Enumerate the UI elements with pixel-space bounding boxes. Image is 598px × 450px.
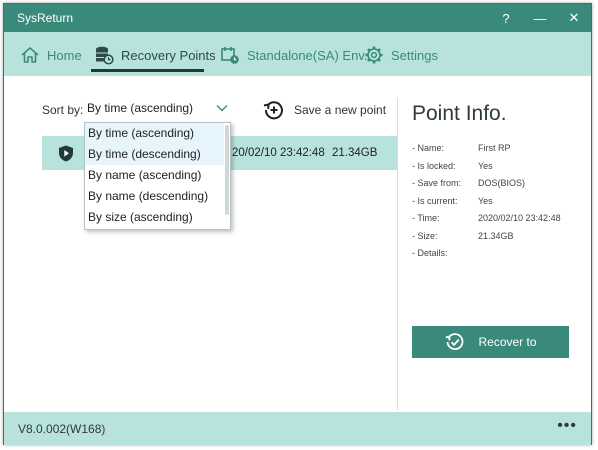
nav-item-recovery-points-label: Recovery Points [121, 47, 216, 63]
save-new-point-label: Save a new point [294, 103, 387, 117]
info-row-current: - Is current: Yes [412, 196, 561, 214]
recover-to-button[interactable]: Recover to [412, 326, 569, 358]
sort-label: Sort by: [42, 103, 84, 117]
nav-item-standalone-env-label: Standalone(SA) Env. [247, 47, 368, 63]
panel-divider [397, 98, 398, 410]
info-row-details: - Details: [412, 248, 561, 266]
help-button[interactable]: ? [489, 4, 523, 32]
sort-select[interactable]: By time (ascending) [84, 98, 231, 118]
info-key: - Size: [412, 230, 438, 241]
more-options-button[interactable]: ••• [557, 417, 577, 435]
info-row-locked: - Is locked: Yes [412, 161, 561, 179]
info-row-name: - Name: First RP [412, 143, 561, 161]
minimize-button[interactable]: — [523, 4, 557, 32]
info-key: - Is current: [412, 195, 458, 206]
nav-item-standalone-env[interactable]: Standalone(SA) Env. [220, 40, 367, 70]
info-value: 21.34GB [478, 230, 514, 241]
info-value: DOS(BIOS) [478, 178, 526, 188]
info-key: - Is locked: [412, 160, 456, 171]
app-title: SysReturn [17, 11, 74, 25]
gear-icon [365, 46, 383, 64]
restore-icon [446, 333, 464, 350]
sort-option-size-asc[interactable]: By size (ascending) [85, 207, 224, 228]
shield-icon [59, 145, 73, 162]
sort-options-list: By time (ascending) By time (descending)… [84, 122, 231, 230]
home-icon [21, 47, 39, 63]
active-tab-indicator [91, 69, 204, 72]
nav-item-home[interactable]: Home [20, 40, 82, 70]
chevron-down-icon [216, 105, 228, 112]
point-info-title: Point Info. [412, 102, 507, 125]
info-key: - Details: [412, 248, 448, 258]
sort-select-value: By time (ascending) [87, 101, 194, 115]
nav-item-recovery-points[interactable]: Recovery Points [94, 40, 216, 70]
sort-dropdown-toggle[interactable] [212, 99, 232, 117]
app-window: SysReturn ? — ✕ Home Recovery Points Sta… [3, 3, 592, 445]
point-info-list: - Name: First RP - Is locked: Yes - Save… [412, 143, 561, 266]
title-bar: SysReturn ? — ✕ [4, 4, 591, 32]
info-key: - Time: [412, 213, 440, 223]
sort-option-name-asc[interactable]: By name (ascending) [85, 165, 224, 186]
main-nav: Home Recovery Points Standalone(SA) Env. [4, 32, 591, 76]
dropdown-scrollbar[interactable] [225, 125, 229, 215]
sort-option-name-desc[interactable]: By name (descending) [85, 186, 224, 207]
info-key: - Save from: [412, 178, 462, 188]
info-row-save-from: - Save from: DOS(BIOS) [412, 178, 561, 196]
recover-to-label: Recover to [478, 335, 537, 349]
close-button[interactable]: ✕ [557, 4, 591, 32]
main-content: Sort by: By time (ascending) Save a new … [4, 76, 591, 412]
status-bar: V8.0.002(W168) ••• [4, 412, 591, 445]
nav-item-settings[interactable]: Settings [364, 40, 438, 70]
add-restore-point-icon [263, 101, 283, 120]
info-row-time: - Time: 2020/02/10 23:42:48 [412, 213, 561, 231]
recovery-point-time: 20/02/10 23:42:48 [232, 147, 325, 159]
database-clock-icon [96, 46, 114, 65]
sort-option-time-asc[interactable]: By time (ascending) [85, 123, 224, 144]
info-value: Yes [478, 160, 493, 171]
info-value: First RP [478, 143, 511, 153]
sort-option-time-desc[interactable]: By time (descending) [85, 144, 224, 165]
recovery-point-size: 21.34GB [332, 147, 378, 159]
info-value: 2020/02/10 23:42:48 [478, 213, 561, 223]
save-new-point-button[interactable]: Save a new point [262, 98, 386, 122]
info-value: Yes [478, 195, 493, 206]
version-label: V8.0.002(W168) [18, 422, 106, 436]
calendar-clock-icon [221, 47, 239, 64]
nav-item-settings-label: Settings [391, 47, 438, 63]
nav-item-home-label: Home [47, 47, 82, 63]
info-key: - Name: [412, 143, 445, 153]
info-row-size: - Size: 21.34GB [412, 231, 561, 249]
